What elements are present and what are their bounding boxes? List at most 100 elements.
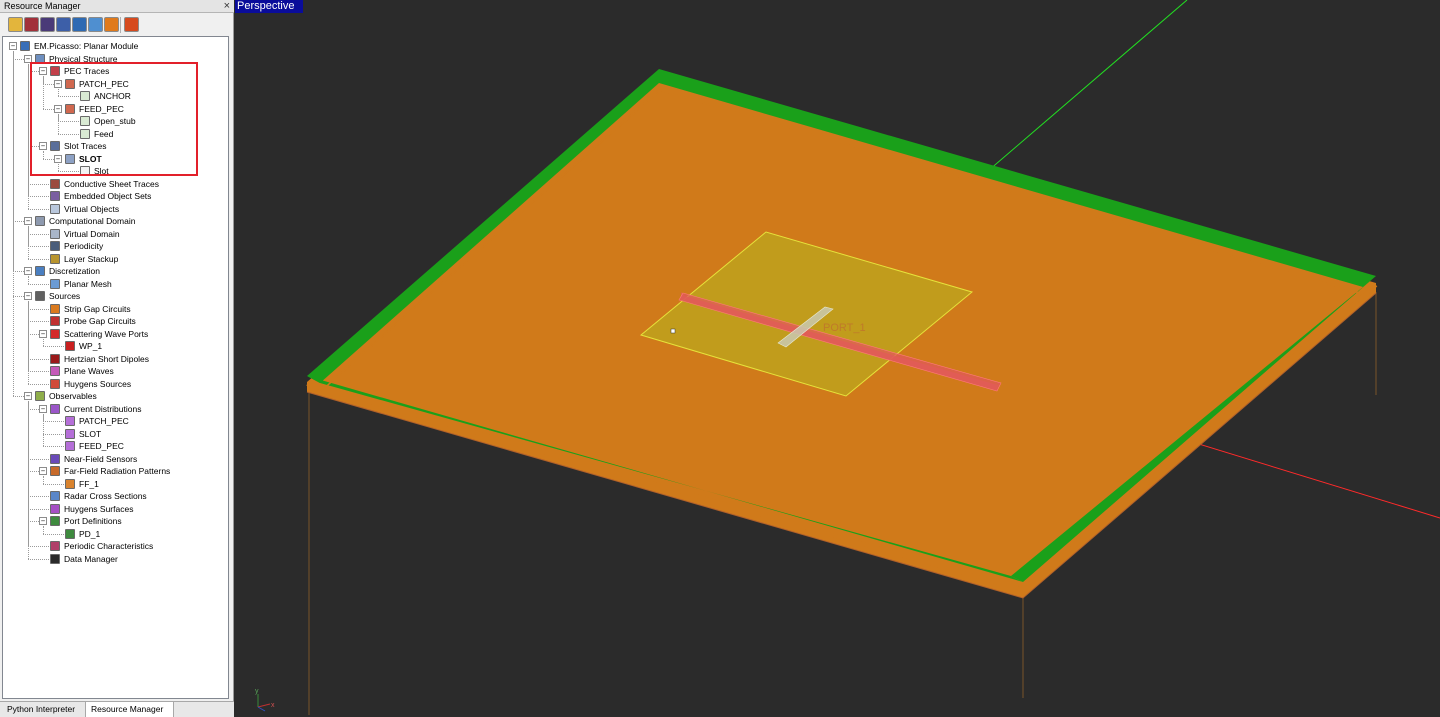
triad-z-axis [257,706,266,712]
sources-icon[interactable] [104,17,119,32]
current-item-icon [65,441,75,451]
tree-item-label: PD_1 [79,528,101,539]
module-tree-icon [20,41,30,51]
transform-icon[interactable] [88,17,103,32]
tree-expander-icon[interactable]: − [24,267,32,275]
rectangle-object-icon [80,166,90,176]
tree-connector [28,358,49,360]
tree-connector [28,496,49,497]
view-mode-label[interactable]: Perspective [235,0,304,13]
tree-item-label: Huygens Sources [64,378,132,389]
tree-connector [43,526,44,534]
tree-expander-icon[interactable]: − [39,142,47,150]
tree-connector [28,471,39,472]
tree-connector [28,308,49,310]
close-icon[interactable]: × [224,0,230,12]
tree-connector [28,558,49,560]
tree-connector [28,63,29,209]
tree-expander-icon[interactable]: − [39,517,47,525]
dipole-icon [50,353,60,364]
tree-item-label: Embedded Object Sets [64,191,152,201]
data-manager-icon [50,553,60,564]
tree-connector [58,121,79,122]
tree-connector [58,113,59,134]
tree-connector [13,271,24,272]
module-icon[interactable] [72,17,87,32]
tree-connector [28,196,49,197]
current-distribution-icon [50,403,60,414]
tree-expander-icon[interactable]: − [24,54,32,63]
tree-connector [43,446,64,447]
tree-connector [28,71,39,72]
tree-connector [58,133,79,135]
current-item-icon [65,428,75,439]
rcs-icon [50,491,60,501]
scene-canvas[interactable]: PORT_1 y x [235,0,1440,717]
tree-item-label: Strip Gap Circuits [64,303,131,314]
tree-item-label: FEED_PEC [79,103,124,114]
pec-group-icon [65,78,75,89]
tree-item-label: Feed [94,128,114,139]
far-field-icon [50,466,60,476]
tab-resource-manager[interactable]: Resource Manager [86,702,174,717]
tree-expander-icon[interactable]: − [39,467,47,475]
tree-connector [28,546,49,547]
embedded-object-icon [50,191,60,201]
tree-item-label: Periodicity [64,241,104,251]
tree-item-label: SLOT [79,428,102,439]
tree-expander-icon[interactable]: − [39,329,47,338]
mesh-icon[interactable] [40,17,55,32]
bottom-tab-bar: Python Interpreter Resource Manager [0,701,234,717]
tree-connector [28,458,49,460]
tree-expander-icon[interactable]: − [24,217,32,225]
rectangle-object-icon [80,116,90,126]
material-icon[interactable] [24,17,39,32]
project-icon[interactable] [8,17,23,32]
tree-expander-icon[interactable]: − [54,104,62,113]
tree-item-label: Far-Field Radiation Patterns [64,466,171,476]
resource-tree[interactable]: − EM.Picasso: Planar Module − Physical Stru… [2,36,229,699]
tree-connector [28,321,49,322]
panel-title-bar: Resource Manager × [0,0,234,13]
tab-python-interpreter[interactable]: Python Interpreter [2,702,86,717]
virtual-domain-icon [50,228,60,239]
target-icon[interactable] [124,17,139,32]
tree-expander-icon[interactable]: − [24,292,32,300]
tree-connector [28,276,29,284]
tree-expander-icon[interactable]: − [39,404,47,413]
triad-y-label: y [255,688,259,695]
tree-expander-icon[interactable]: − [54,154,62,163]
panel-title: Resource Manager [4,1,81,11]
tree-connector [13,58,24,60]
tree-connector [43,421,64,422]
tree-connector [28,246,49,247]
tree-item-label: Near-Field Sensors [64,453,138,464]
slot-traces-icon [50,141,60,151]
tree-item-label: Sources [49,291,81,301]
3d-viewport[interactable]: PORT_1 y x Perspective [235,0,1440,717]
tree-item-label: Radar Cross Sections [64,491,147,501]
tree-item-label: Open_stub [94,116,136,126]
tree-connector [43,151,44,159]
tree-expander-icon[interactable]: − [54,79,62,88]
tree-item-label: Current Distributions [64,403,142,414]
tree-expander-icon[interactable]: − [39,67,47,75]
tree-connector [28,408,39,410]
tree-item-label: SLOT [79,153,102,164]
tree-item-label: FEED_PEC [79,441,124,451]
tree-item-label: Periodic Characteristics [64,541,154,551]
domain-icon[interactable] [56,17,71,32]
tree-connector [28,233,49,235]
tree-item-label: WP_1 [79,341,103,351]
tree-item-label: PATCH_PEC [79,416,129,426]
tree-item-label: Planar Mesh [64,278,112,289]
triad-x-label: x [271,702,275,709]
tree-expander-icon[interactable]: − [24,392,32,400]
tree-connector [43,533,64,535]
tree-item-label: Port Definitions [64,516,122,526]
tree-item-label: Virtual Objects [64,203,120,214]
tree-item-label: ANCHOR [94,91,131,101]
toolbar-separator [120,17,121,33]
far-field-item-icon [65,478,75,489]
tree-expander-icon[interactable]: − [9,42,17,50]
